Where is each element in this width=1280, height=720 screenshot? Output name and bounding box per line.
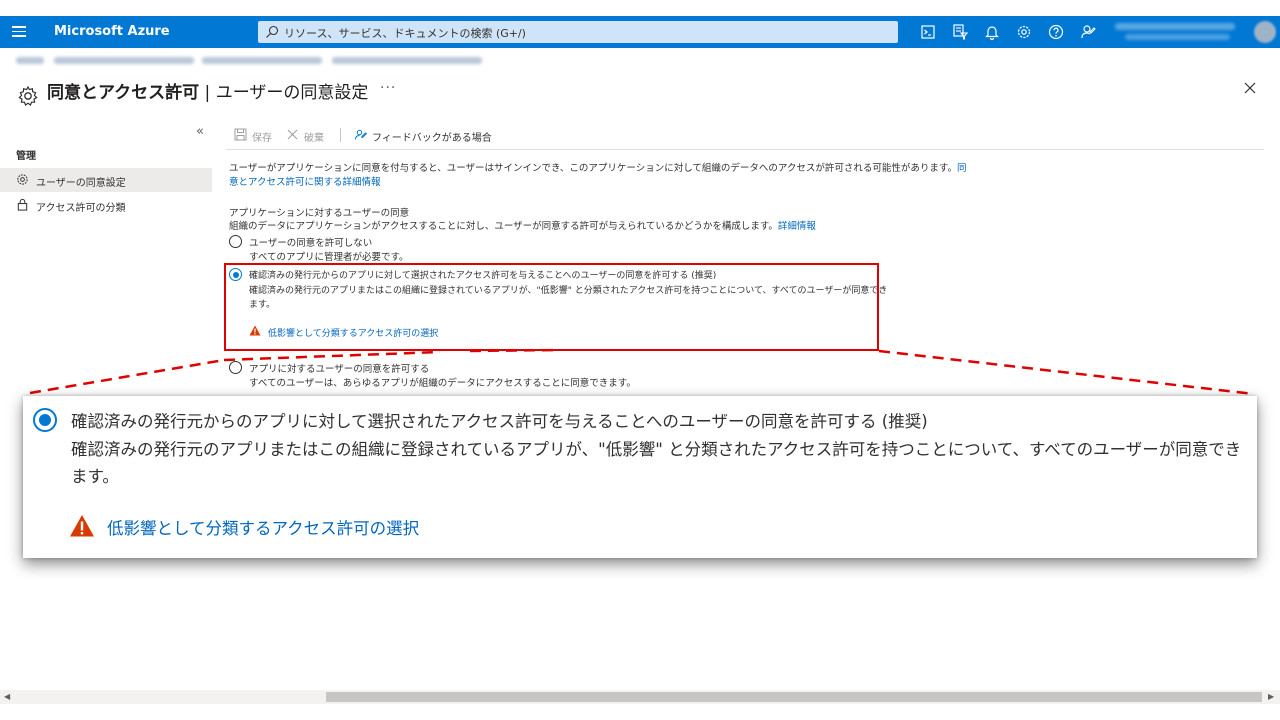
gear-icon <box>16 84 40 108</box>
intro-text: ユーザーがアプリケーションに同意を付与すると、ユーザーはサインインでき、このアプ… <box>229 163 967 174</box>
callout-description-cont: ます。 <box>71 467 119 486</box>
sidebar-item-label: アクセス許可の分類 <box>36 203 126 214</box>
gear-icon <box>17 174 28 185</box>
search-icon <box>266 25 279 38</box>
learn-more-link[interactable]: 意とアクセス許可に関する詳細情報 <box>229 174 381 188</box>
zoom-callout: 確認済みの発行元からのアプリに対して選択されたアクセス許可を与えることへのユーザ… <box>23 396 1257 558</box>
option-description: すべてのユーザーは、あらゆるアプリが組織のデータにアクセスすることに同意できます… <box>249 378 636 389</box>
radio-disallow-consent[interactable] <box>229 235 242 248</box>
breadcrumb[interactable] <box>16 57 496 66</box>
callout-connector <box>29 348 1255 396</box>
close-icon[interactable] <box>1242 80 1258 96</box>
help-icon[interactable] <box>1046 22 1066 42</box>
feedback-icon[interactable] <box>1078 22 1098 42</box>
lock-icon <box>17 198 28 211</box>
avatar[interactable] <box>1254 21 1276 43</box>
sidebar-item-label: ユーザーの同意設定 <box>36 178 126 189</box>
command-bar: 保存 破棄 フィードバックがある場合 <box>226 122 1264 150</box>
option-description: すべてのアプリに管理者が必要です。 <box>249 252 409 263</box>
search-placeholder: リソース、サービス、ドキュメントの検索 (G+/) <box>284 27 526 40</box>
scrollbar-thumb[interactable] <box>326 692 1262 702</box>
callout-radio-selected <box>33 408 57 432</box>
sidebar-section-title: 管理 <box>16 151 36 162</box>
save-icon <box>234 128 247 141</box>
callout-title: 確認済みの発行元からのアプリに対して選択されたアクセス許可を与えることへのユーザ… <box>71 412 928 431</box>
option-title: アプリに対するユーザーの同意を許可する <box>249 364 430 375</box>
close-icon <box>287 129 298 140</box>
option-title: ユーザーの同意を許可しない <box>249 238 373 249</box>
toolbar-divider <box>340 128 341 142</box>
scroll-right-icon[interactable]: ▶ <box>1268 692 1274 701</box>
sidebar-item-user-consent[interactable]: ユーザーの同意設定 <box>0 168 212 192</box>
account-info[interactable] <box>1115 20 1245 44</box>
collapse-sidebar-button[interactable]: « <box>196 124 204 139</box>
notifications-icon[interactable] <box>982 22 1002 42</box>
callout-description: 確認済みの発行元のアプリまたはこの組織に登録されているアプリが、"低影響" と分… <box>71 440 1242 459</box>
cloud-shell-icon[interactable] <box>918 22 938 42</box>
search-input[interactable]: リソース、サービス、ドキュメントの検索 (G+/) <box>258 21 898 43</box>
radio-allow-all-consent[interactable] <box>229 361 242 374</box>
sidebar-item-permission-classification[interactable]: アクセス許可の分類 <box>0 193 212 217</box>
feedback-icon <box>355 129 367 140</box>
brand-label[interactable]: Microsoft Azure <box>54 24 170 39</box>
directory-filter-icon[interactable] <box>950 22 970 42</box>
page-title: 同意とアクセス許可 | ユーザーの同意設定 <box>47 83 369 103</box>
section-description: 組織のデータにアプリケーションがアクセスすることに対し、ユーザーが同意する許可が… <box>229 221 816 232</box>
top-bar: Microsoft Azure リソース、サービス、ドキュメントの検索 (G+/… <box>0 16 1280 48</box>
warning-icon <box>70 515 94 537</box>
section-title: アプリケーションに対するユーザーの同意 <box>229 208 410 219</box>
details-link[interactable]: 詳細情報 <box>778 221 816 232</box>
settings-icon[interactable] <box>1014 22 1034 42</box>
scroll-left-icon[interactable]: ◀ <box>4 692 10 701</box>
callout-link: 低影響として分類するアクセス許可の選択 <box>107 519 420 538</box>
learn-more-link[interactable]: 同 <box>957 163 967 174</box>
horizontal-scrollbar[interactable]: ◀ ▶ <box>0 690 1280 704</box>
menu-icon[interactable] <box>12 24 26 38</box>
more-options-button[interactable]: ··· <box>380 80 396 96</box>
highlight-box <box>224 263 879 351</box>
